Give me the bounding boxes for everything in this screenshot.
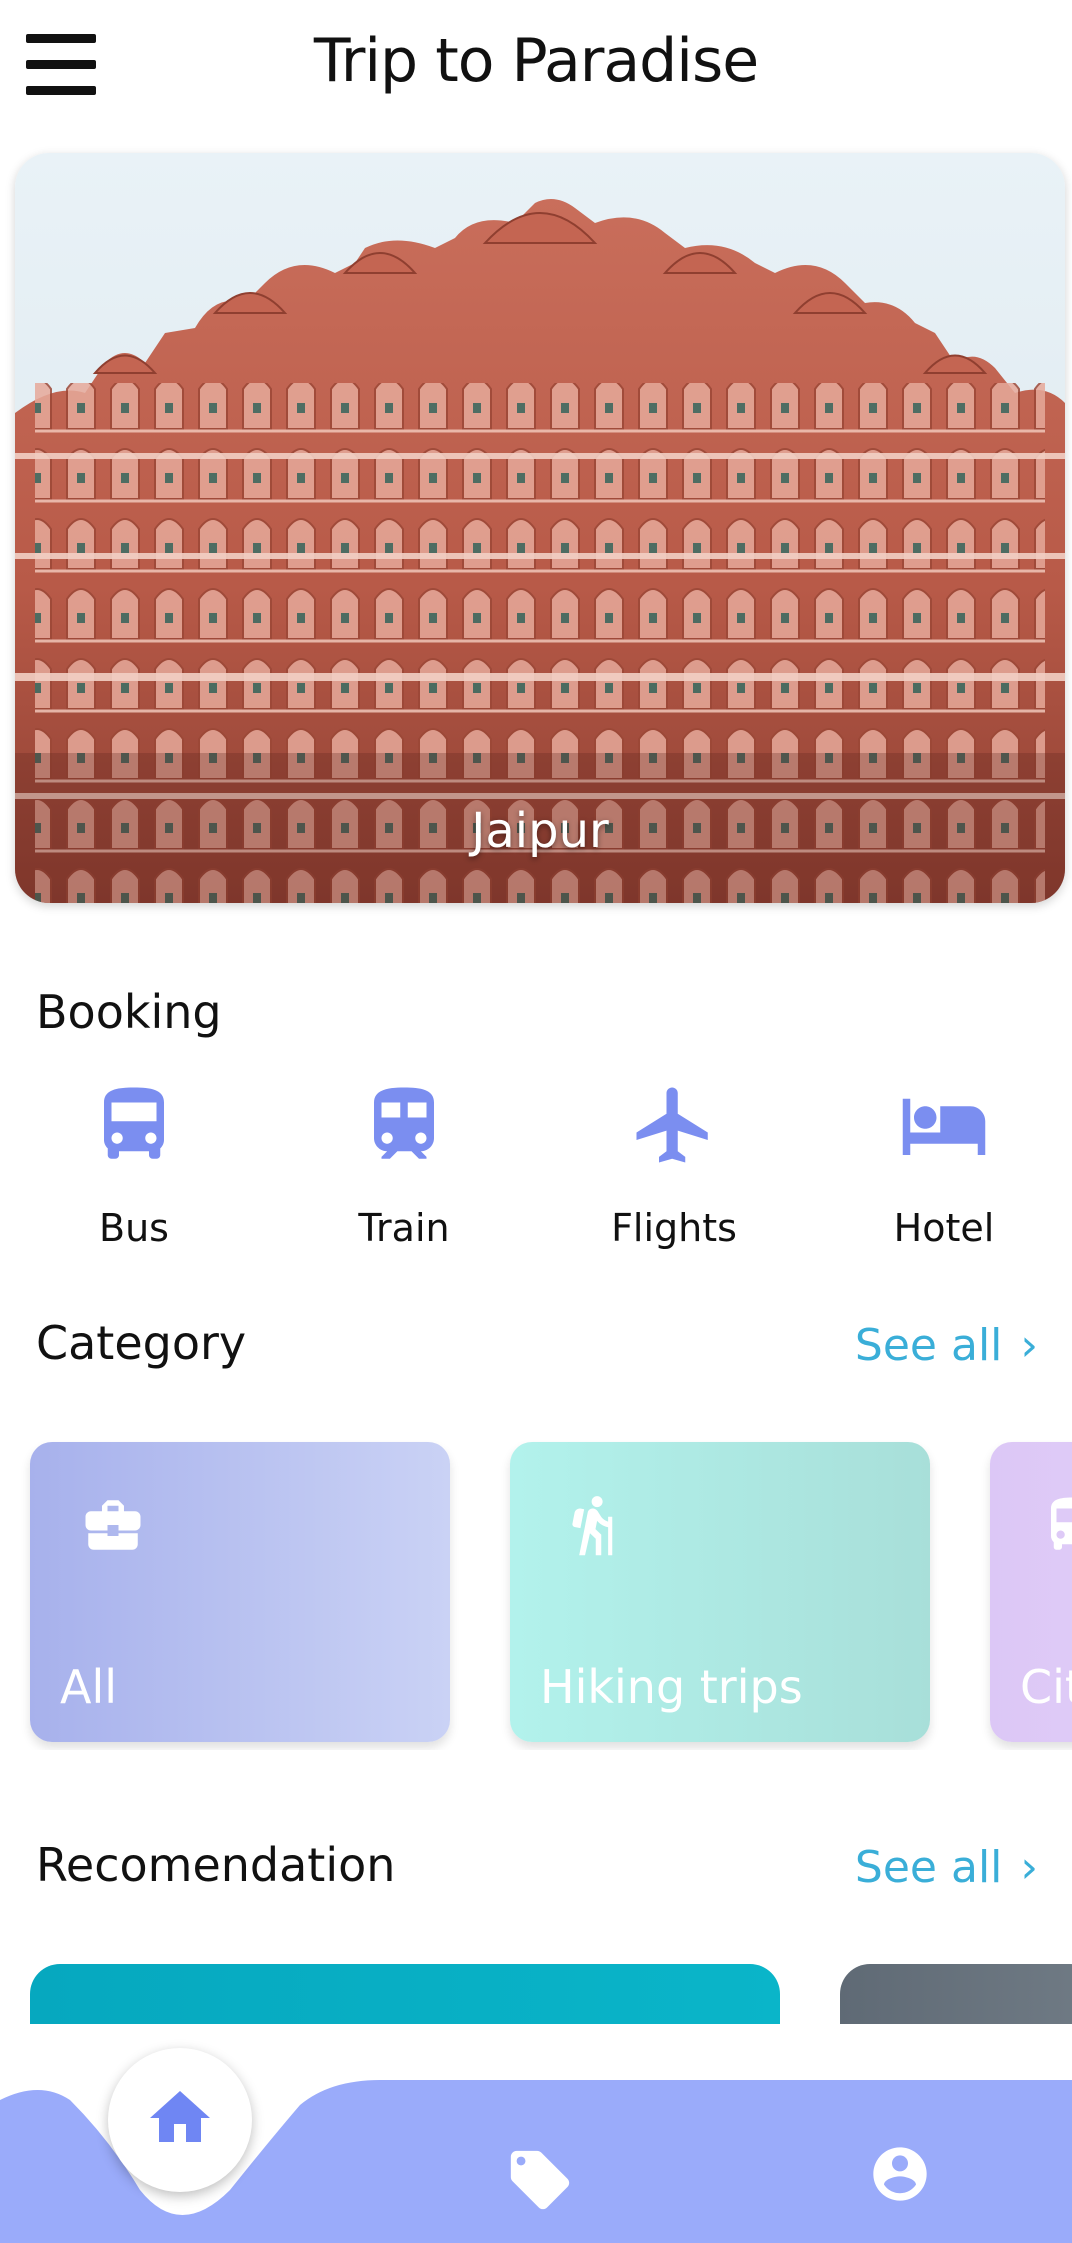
app-title: Trip to Paradise	[313, 26, 759, 96]
recommendation-card[interactable]	[30, 1964, 780, 2024]
hero-caption: Jaipur	[471, 803, 609, 859]
booking-hotel-label: Hotel	[893, 1206, 995, 1250]
nav-profile-button[interactable]	[868, 2142, 932, 2206]
booking-flights-button[interactable]: Flights	[574, 1080, 774, 1260]
recommendation-section-title: Recomendation	[36, 1838, 396, 1892]
booking-flights-label: Flights	[611, 1206, 737, 1250]
booking-hotel-button[interactable]: Hotel	[844, 1080, 1044, 1260]
category-carousel[interactable]: All Hiking trips Cit	[0, 1440, 1072, 1750]
recommendation-see-all-label: See all	[854, 1842, 1003, 1893]
category-card-all[interactable]: All	[30, 1442, 450, 1742]
hiker-icon	[572, 1496, 613, 1556]
app-header: Trip to Paradise	[0, 0, 1072, 140]
booking-section-title: Booking	[36, 985, 222, 1039]
hero-destination-card[interactable]: Jaipur	[15, 153, 1065, 903]
tag-icon	[510, 2150, 570, 2210]
hero-palace-image	[15, 153, 1065, 903]
category-card-label: Cit	[1020, 1660, 1072, 1714]
booking-train-label: Train	[358, 1206, 450, 1250]
home-icon	[150, 2091, 210, 2142]
chevron-right-icon: ›	[1020, 1841, 1038, 1893]
briefcase-icon	[85, 1500, 141, 1550]
category-see-all-label: See all	[854, 1320, 1003, 1371]
account-icon	[873, 2147, 927, 2201]
category-card-hiking[interactable]: Hiking trips	[510, 1442, 930, 1742]
train-icon	[374, 1087, 434, 1159]
category-card-label: Hiking trips	[540, 1660, 803, 1714]
chevron-right-icon: ›	[1020, 1319, 1038, 1371]
bus-icon	[104, 1087, 164, 1159]
bus-icon	[1051, 1497, 1072, 1550]
category-see-all-link[interactable]: See all ›	[855, 1320, 1038, 1371]
bed-icon	[902, 1098, 986, 1155]
booking-train-button[interactable]: Train	[304, 1080, 504, 1260]
booking-bus-button[interactable]: Bus	[34, 1080, 234, 1260]
recommendation-see-all-link[interactable]: See all ›	[855, 1842, 1038, 1893]
nav-offers-button[interactable]	[505, 2145, 575, 2215]
category-section-title: Category	[36, 1316, 247, 1370]
category-card-city[interactable]: Cit	[990, 1442, 1072, 1742]
category-card-label: All	[60, 1660, 118, 1714]
recommendation-card[interactable]	[840, 1964, 1072, 2024]
booking-bus-label: Bus	[99, 1206, 169, 1250]
booking-options: Bus Train Flights Hotel	[0, 1080, 1072, 1260]
nav-home-button[interactable]	[108, 2048, 252, 2192]
airplane-icon	[636, 1087, 708, 1163]
